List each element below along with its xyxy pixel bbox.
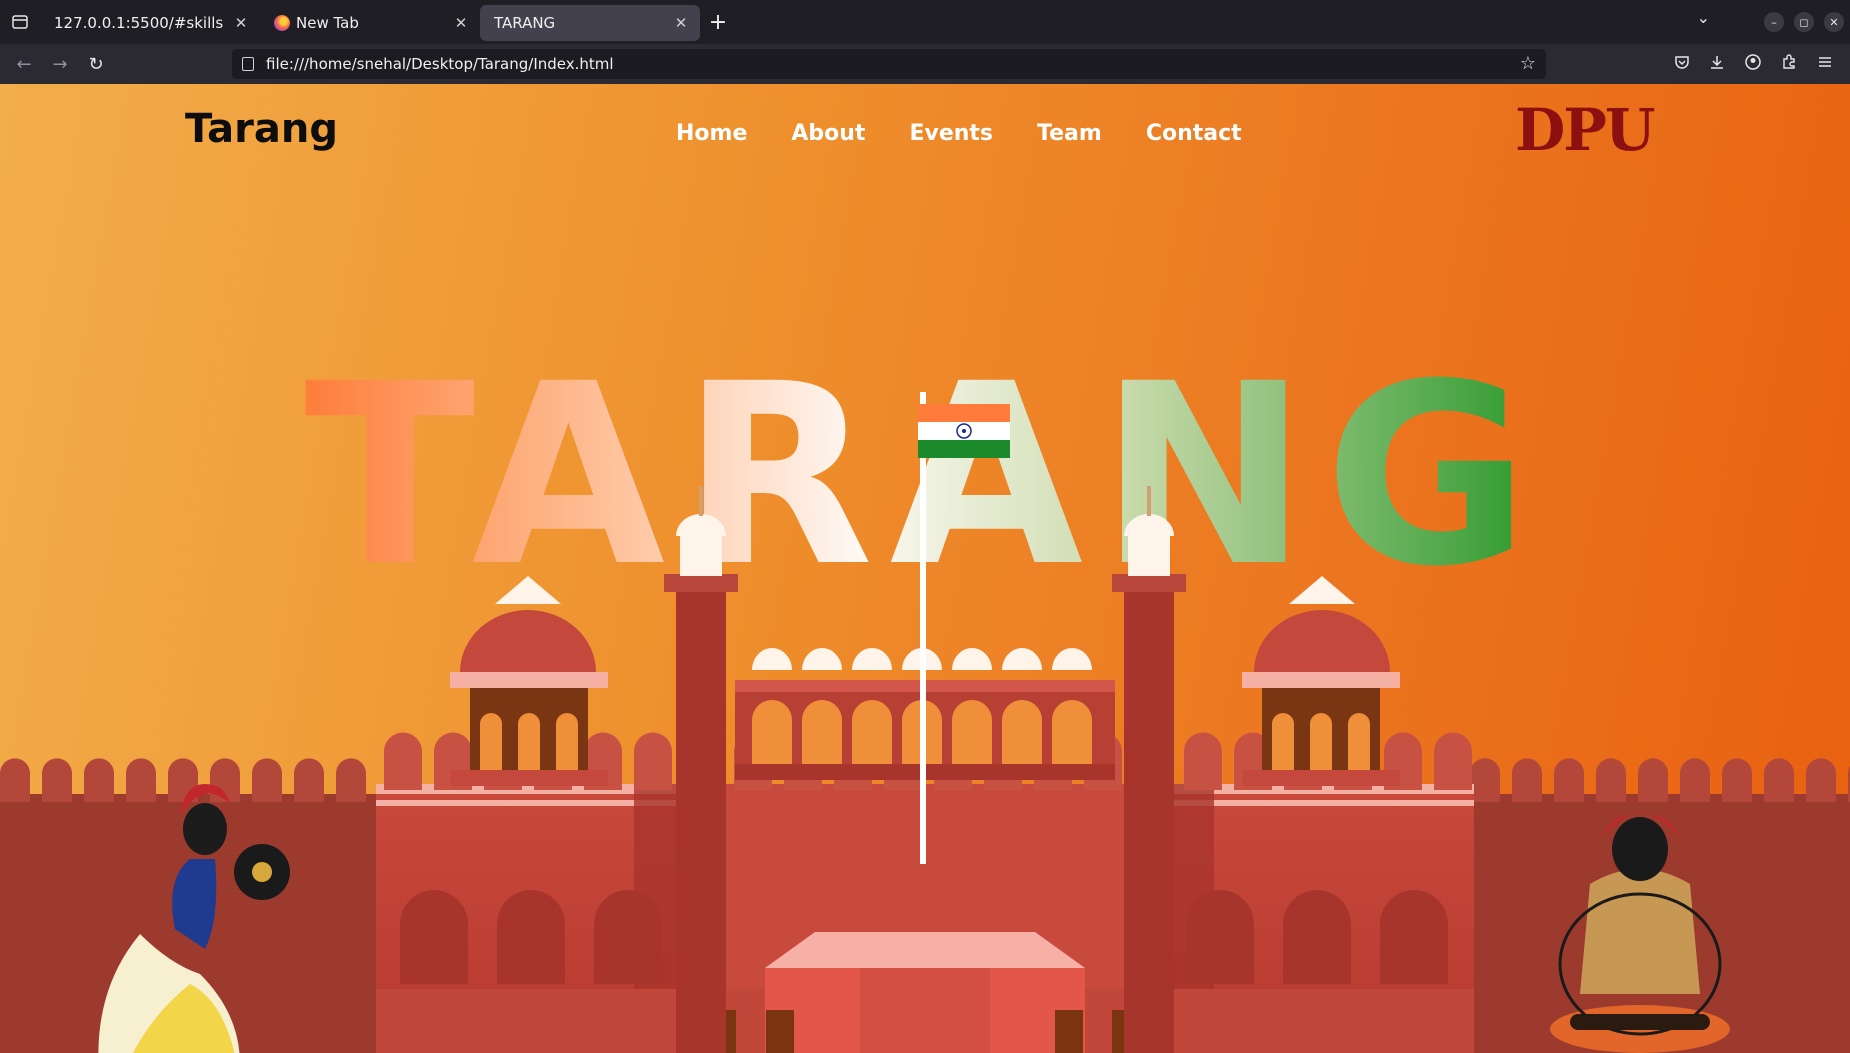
merlon: [1554, 758, 1584, 802]
pavilion-dome: [852, 648, 892, 670]
pavilion-dome: [752, 648, 792, 670]
browser-tab-bar: 127.0.0.1:5500/#skills ✕ New Tab ✕ TARAN…: [0, 0, 1850, 44]
nav-events[interactable]: Events: [909, 121, 993, 146]
merlon: [1638, 758, 1668, 802]
url-text[interactable]: file:///home/snehal/Desktop/Tarang/Index…: [266, 55, 614, 73]
merlon: [252, 758, 282, 802]
gate-roof: [765, 932, 1085, 968]
download-icon[interactable]: [1709, 54, 1725, 74]
nav-contact[interactable]: Contact: [1146, 121, 1242, 146]
browser-tab-active[interactable]: TARANG ✕: [480, 5, 700, 41]
merlon: [1680, 758, 1711, 802]
merlon: [634, 732, 672, 790]
merlon: [0, 758, 30, 802]
merlon: [1764, 758, 1794, 802]
tab-list-icon[interactable]: [0, 0, 40, 44]
chevron-down-icon[interactable]: ⌄: [1697, 8, 1710, 27]
pavilion-arch: [802, 700, 842, 764]
pavilion-dome: [1052, 648, 1092, 670]
forward-icon[interactable]: →: [42, 46, 78, 82]
page-viewport: TARANG Tarang Home About Events Team Con…: [0, 84, 1850, 1053]
extensions-icon[interactable]: [1781, 54, 1797, 74]
browser-toolbar: ← → ↻ file:///home/snehal/Desktop/Tarang…: [0, 44, 1850, 84]
reload-icon[interactable]: ↻: [78, 46, 114, 82]
firefox-icon: [274, 15, 290, 31]
pavilion-dome: [1002, 648, 1042, 670]
merlon: [1806, 758, 1836, 802]
merlon: [1722, 758, 1752, 802]
browser-tab[interactable]: New Tab ✕: [260, 5, 480, 41]
back-icon[interactable]: ←: [6, 46, 42, 82]
merlon: [336, 758, 366, 802]
bookmark-star-icon[interactable]: ☆: [1520, 53, 1536, 74]
merlon: [1184, 732, 1222, 790]
restore-icon[interactable]: ◻: [1794, 12, 1814, 32]
merlon: [126, 758, 156, 802]
merlon: [1512, 758, 1542, 802]
close-tab-icon[interactable]: ✕: [232, 14, 250, 32]
main-nav: Home About Events Team Contact: [676, 121, 1242, 146]
menu-icon[interactable]: [1817, 54, 1833, 74]
new-tab-button[interactable]: +: [700, 4, 736, 40]
site-brand[interactable]: Tarang: [185, 106, 338, 152]
address-bar[interactable]: file:///home/snehal/Desktop/Tarang/Index…: [232, 49, 1546, 79]
merlon: [384, 732, 422, 790]
merlons-right: [1470, 758, 1850, 802]
pavilion-arch: [1052, 700, 1092, 764]
hero-illustration: TARANG: [0, 330, 1850, 1053]
tab-title: New Tab: [296, 14, 359, 32]
merlon: [84, 758, 115, 802]
minimize-icon[interactable]: –: [1764, 12, 1784, 32]
pavilion-arch: [752, 700, 792, 764]
pavilion-dome: [802, 648, 842, 670]
nav-home[interactable]: Home: [676, 121, 747, 146]
merlon: [1470, 758, 1500, 802]
close-tab-icon[interactable]: ✕: [452, 14, 470, 32]
pavilion-arch: [1002, 700, 1042, 764]
merlons-left: [0, 758, 366, 802]
account-icon[interactable]: [1745, 54, 1761, 74]
merlon: [42, 758, 72, 802]
browser-tab[interactable]: 127.0.0.1:5500/#skills ✕: [40, 5, 260, 41]
close-window-icon[interactable]: ✕: [1824, 12, 1844, 32]
tab-title: 127.0.0.1:5500/#skills: [54, 14, 224, 32]
nav-team[interactable]: Team: [1037, 121, 1102, 146]
dpu-logo[interactable]: DPU: [1515, 96, 1655, 164]
merlon: [1434, 732, 1472, 790]
tab-title: TARANG: [494, 14, 556, 32]
merlon: [294, 758, 324, 802]
merlon: [1596, 758, 1626, 802]
pocket-icon[interactable]: [1674, 54, 1690, 74]
nav-about[interactable]: About: [791, 121, 865, 146]
close-tab-icon[interactable]: ✕: [672, 14, 690, 32]
pavilion-arch: [852, 700, 892, 764]
pavilion-arch: [952, 700, 992, 764]
page-icon: [242, 57, 254, 71]
pavilion-dome: [952, 648, 992, 670]
